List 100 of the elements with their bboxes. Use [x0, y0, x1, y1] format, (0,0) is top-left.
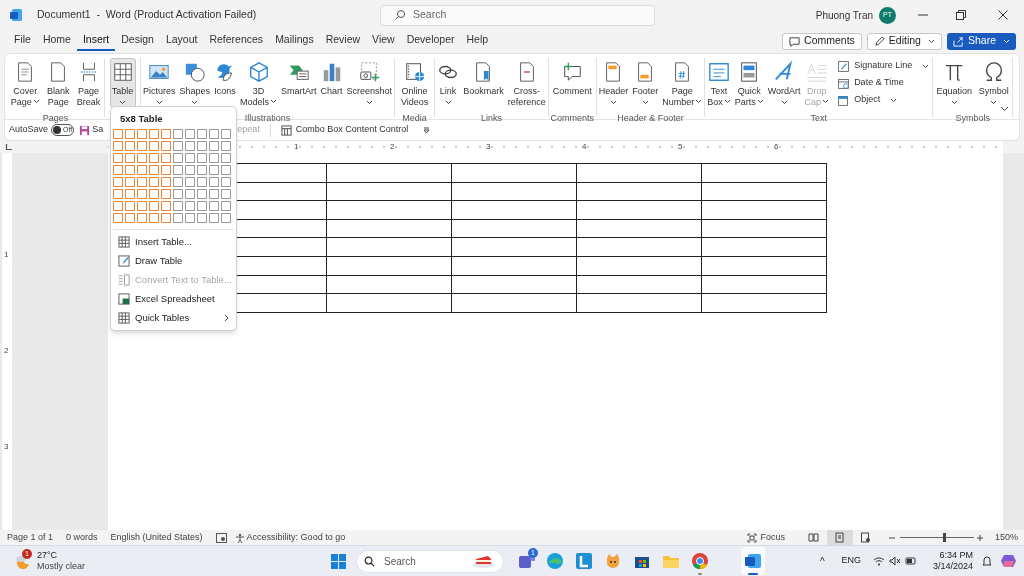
grid-cell[interactable]: [137, 129, 147, 140]
grid-cell[interactable]: [125, 201, 135, 212]
grid-cell[interactable]: [161, 165, 171, 176]
zoom-in-button[interactable]: [976, 532, 985, 543]
table-cell[interactable]: [326, 182, 452, 201]
grid-cell[interactable]: [197, 189, 207, 200]
grid-cell[interactable]: [221, 201, 231, 212]
table-cell[interactable]: [451, 200, 577, 220]
ribbon-button[interactable]: Footer: [630, 58, 661, 108]
grid-cell[interactable]: [113, 129, 123, 140]
grid-cell[interactable]: [209, 213, 219, 224]
table-cell[interactable]: [701, 237, 827, 257]
zoom-slider[interactable]: [899, 533, 974, 542]
grid-cell[interactable]: [185, 165, 195, 176]
ribbon-button[interactable]: Text Box: [705, 58, 733, 108]
grid-cell[interactable]: [113, 165, 123, 176]
grid-cell[interactable]: [209, 165, 219, 176]
grid-cell[interactable]: [185, 141, 195, 152]
table-cell[interactable]: [326, 275, 452, 294]
grid-cell[interactable]: [221, 189, 231, 200]
grid-cell[interactable]: [161, 213, 171, 224]
grid-cell[interactable]: [161, 201, 171, 212]
grid-cell[interactable]: [125, 165, 135, 176]
zoom-level[interactable]: 150%: [994, 530, 1018, 545]
grid-cell[interactable]: [161, 189, 171, 200]
ribbon-button[interactable]: Icons: [212, 58, 239, 108]
grid-cell[interactable]: [125, 189, 135, 200]
table-cell[interactable]: [326, 200, 452, 220]
table-cell[interactable]: [451, 293, 577, 313]
ribbon-tab[interactable]: View: [366, 31, 401, 51]
grid-cell[interactable]: [197, 141, 207, 152]
grid-cell[interactable]: [209, 153, 219, 164]
grid-cell[interactable]: [149, 177, 159, 188]
table-cell[interactable]: [451, 256, 577, 276]
grid-cell[interactable]: [149, 129, 159, 140]
grid-cell[interactable]: [149, 153, 159, 164]
language-indicator[interactable]: ENG: [841, 554, 861, 568]
clock-date[interactable]: 3/14/2024: [932, 561, 973, 572]
grid-cell[interactable]: [185, 177, 195, 188]
table-cell[interactable]: [576, 293, 702, 313]
grid-cell[interactable]: [221, 129, 231, 140]
grid-cell[interactable]: [149, 165, 159, 176]
ribbon-tab[interactable]: Design: [115, 31, 160, 51]
grid-cell[interactable]: [197, 153, 207, 164]
grid-cell[interactable]: [125, 177, 135, 188]
grid-cell[interactable]: [113, 201, 123, 212]
ribbon-button[interactable]: 3D Models: [238, 58, 280, 108]
grid-cell[interactable]: [161, 141, 171, 152]
table-cell[interactable]: [451, 182, 577, 201]
focus-button[interactable]: Focus: [747, 530, 785, 545]
taskbar-search-field[interactable]: Search: [356, 549, 504, 573]
grid-cell[interactable]: [221, 141, 231, 152]
grid-cell[interactable]: [185, 129, 195, 140]
grid-cell[interactable]: [209, 201, 219, 212]
ribbon-button[interactable]: WordArt: [765, 58, 803, 108]
grid-cell[interactable]: [185, 153, 195, 164]
show-hidden-icons-button[interactable]: ^: [815, 553, 830, 569]
comments-button[interactable]: Comments: [782, 32, 862, 50]
ribbon-button[interactable]: Page Break: [74, 58, 103, 108]
grid-cell[interactable]: [221, 153, 231, 164]
menu-item[interactable]: Excel Spreadsheet: [111, 289, 236, 309]
grid-cell[interactable]: [209, 141, 219, 152]
grid-cell[interactable]: [113, 213, 123, 224]
grid-cell[interactable]: [209, 189, 219, 200]
accessibility-button[interactable]: Accessibility: Good to go: [234, 530, 346, 545]
grid-cell[interactable]: [161, 177, 171, 188]
grid-cell[interactable]: [197, 129, 207, 140]
table-cell[interactable]: [451, 275, 577, 294]
ribbon-tab[interactable]: Home: [36, 31, 77, 51]
table-cell[interactable]: [701, 293, 827, 313]
ribbon-tab[interactable]: References: [203, 31, 270, 51]
table-cell[interactable]: [576, 219, 702, 238]
table-cell[interactable]: [326, 256, 452, 276]
ribbon-button[interactable]: Symbol: [976, 58, 1011, 108]
table-cell[interactable]: [576, 275, 702, 294]
grid-cell[interactable]: [161, 153, 171, 164]
table-cell[interactable]: [326, 293, 452, 313]
grid-cell[interactable]: [197, 213, 207, 224]
ribbon-button[interactable]: Screenshot: [344, 58, 395, 108]
table-cell[interactable]: [451, 219, 577, 238]
ribbon-tab[interactable]: Help: [460, 31, 495, 51]
ribbon-button[interactable]: Header: [596, 58, 631, 108]
table-cell[interactable]: [576, 163, 702, 183]
ribbon-tab[interactable]: Review: [319, 31, 367, 51]
grid-cell[interactable]: [185, 189, 195, 200]
grid-cell[interactable]: [137, 201, 147, 212]
table-cell[interactable]: [451, 163, 577, 183]
table-cell[interactable]: [576, 237, 702, 257]
ribbon-button[interactable]: SmartArt: [279, 58, 319, 108]
table-cell[interactable]: [326, 237, 452, 257]
grid-cell[interactable]: [149, 201, 159, 212]
ribbon-tab[interactable]: Insert: [76, 31, 116, 51]
grid-cell[interactable]: [173, 129, 183, 140]
save-button[interactable]: Sa: [79, 122, 104, 138]
ribbon-button[interactable]: Blank Page: [45, 58, 72, 108]
grid-cell[interactable]: [149, 141, 159, 152]
ribbon-tab[interactable]: Layout: [159, 31, 204, 51]
grid-cell[interactable]: [173, 201, 183, 212]
ribbon-button[interactable]: Online Videos: [398, 58, 431, 108]
ribbon-button[interactable]: Cross- reference: [505, 58, 548, 108]
